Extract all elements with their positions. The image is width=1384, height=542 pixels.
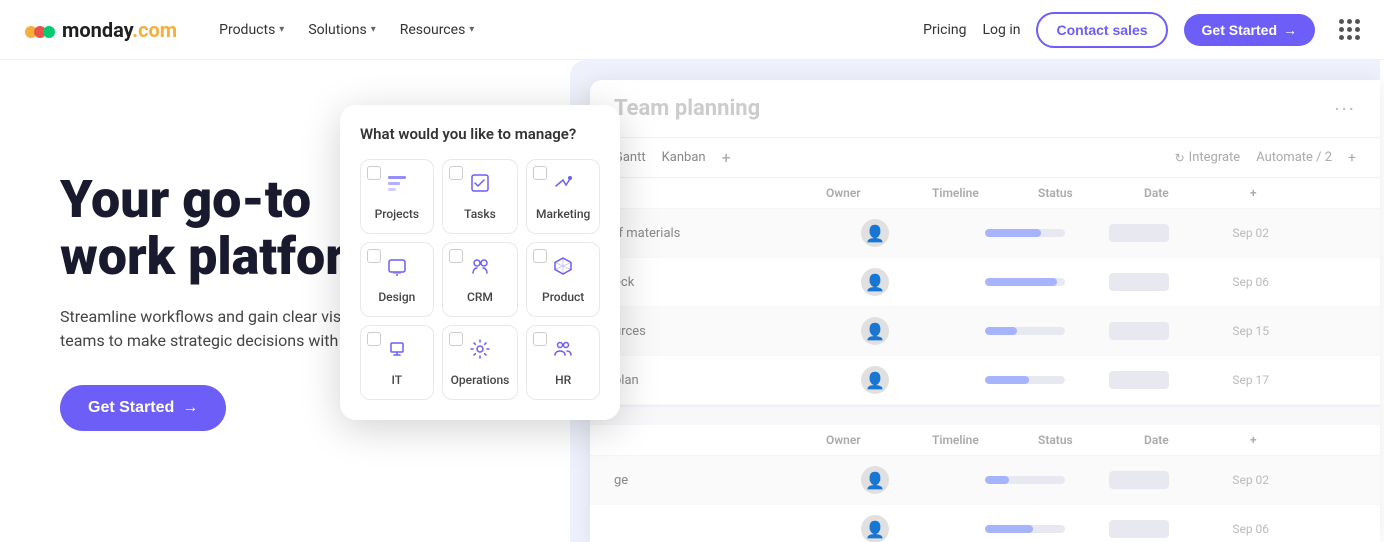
add-tab-button[interactable]: +	[722, 148, 731, 167]
dot	[1355, 35, 1360, 40]
checkbox-design[interactable]	[367, 249, 381, 263]
modal-item-marketing[interactable]: Marketing	[526, 159, 600, 234]
modal-item-label: CRM	[467, 290, 493, 304]
dot	[1347, 19, 1352, 24]
more-options-icon[interactable]: ···	[1334, 97, 1356, 121]
product-icon	[552, 255, 574, 282]
chevron-down-icon: ▾	[371, 24, 376, 35]
apps-grid-icon[interactable]	[1339, 19, 1360, 40]
automate-button[interactable]: Automate / 2	[1256, 150, 1332, 165]
section-divider	[590, 405, 1380, 425]
get-started-hero-button[interactable]: Get Started →	[60, 385, 226, 431]
modal-item-crm[interactable]: CRM	[442, 242, 519, 317]
nav-right: Pricing Log in Contact sales Get Started…	[923, 12, 1360, 48]
chevron-down-icon: ▾	[279, 24, 284, 35]
manage-modal: What would you like to manage? Projects	[340, 105, 620, 420]
contact-sales-button[interactable]: Contact sales	[1036, 12, 1167, 48]
dot	[1355, 27, 1360, 32]
modal-item-design[interactable]: Design	[360, 242, 434, 317]
modal-grid: Projects Tasks	[360, 159, 600, 400]
login-link[interactable]: Log in	[982, 22, 1020, 38]
projects-icon	[386, 172, 408, 199]
table-row: eck 👤 Sep 06	[590, 258, 1380, 307]
modal-item-projects[interactable]: Projects	[360, 159, 434, 234]
modal-item-it[interactable]: IT	[360, 325, 434, 400]
checkbox-it[interactable]	[367, 332, 381, 346]
checkbox-operations[interactable]	[449, 332, 463, 346]
modal-item-hr[interactable]: HR	[526, 325, 600, 400]
table-row: urces 👤 Sep 15	[590, 307, 1380, 356]
marketing-icon	[552, 172, 574, 199]
design-icon	[386, 255, 408, 282]
checkbox-marketing[interactable]	[533, 166, 547, 180]
nav-links: Products ▾ Solutions ▾ Resources ▾	[209, 16, 923, 44]
dot	[1339, 35, 1344, 40]
modal-item-product[interactable]: Product	[526, 242, 600, 317]
logo[interactable]: monday.com	[24, 14, 177, 46]
table-header: Owner Timeline Status Date +	[590, 178, 1380, 209]
table-row: ff materials 👤 Sep 02	[590, 209, 1380, 258]
nav-solutions[interactable]: Solutions ▾	[298, 16, 385, 44]
modal-item-label: HR	[555, 373, 571, 387]
modal-title: What would you like to manage?	[360, 125, 600, 143]
dashboard-tabs: Gantt Kanban + ↻ Integrate Automate / 2 …	[590, 138, 1380, 178]
dashboard-panel: Team planning ··· Gantt Kanban + ↻ Integ…	[590, 80, 1380, 542]
dot	[1347, 27, 1352, 32]
logo-dot: .com	[132, 18, 177, 42]
tab-kanban[interactable]: Kanban	[662, 150, 706, 165]
chevron-down-icon: ▾	[469, 24, 474, 35]
checkbox-hr[interactable]	[533, 332, 547, 346]
modal-item-label: Projects	[375, 207, 419, 221]
dot	[1339, 19, 1344, 24]
dot	[1355, 19, 1360, 24]
checkbox-crm[interactable]	[449, 249, 463, 263]
nav-resources[interactable]: Resources ▾	[390, 16, 485, 44]
checkbox-projects[interactable]	[367, 166, 381, 180]
hero-section: Your go-towork platform Streamline workf…	[0, 60, 1384, 542]
get-started-nav-button[interactable]: Get Started →	[1184, 14, 1315, 46]
nav-products[interactable]: Products ▾	[209, 16, 294, 44]
navbar: monday.com Products ▾ Solutions ▾ Resour…	[0, 0, 1384, 60]
modal-item-label: Tasks	[464, 207, 496, 221]
logo-text: monday.com	[62, 18, 177, 42]
tasks-icon	[469, 172, 491, 199]
dot	[1347, 35, 1352, 40]
modal-item-label: Design	[378, 290, 415, 304]
table-row: 👤 Sep 06	[590, 505, 1380, 542]
modal-item-label: Product	[542, 290, 584, 304]
modal-item-label: Operations	[451, 373, 510, 387]
modal-item-tasks[interactable]: Tasks	[442, 159, 519, 234]
integrate-button[interactable]: ↻ Integrate	[1175, 150, 1241, 165]
it-icon	[386, 338, 408, 365]
checkbox-product[interactable]	[533, 249, 547, 263]
table-row: plan 👤 Sep 17	[590, 356, 1380, 405]
dashboard-header: Team planning ···	[590, 80, 1380, 138]
modal-item-label: IT	[392, 373, 403, 387]
add-column-button[interactable]: +	[1348, 150, 1356, 166]
table-header-2: Owner Timeline Status Date +	[590, 425, 1380, 456]
table-row: ge 👤 Sep 02	[590, 456, 1380, 505]
dashboard-title: Team planning	[614, 96, 760, 121]
modal-item-operations[interactable]: Operations	[442, 325, 519, 400]
modal-item-label: Marketing	[536, 207, 590, 221]
pricing-link[interactable]: Pricing	[923, 22, 966, 38]
hr-icon	[552, 338, 574, 365]
checkbox-tasks[interactable]	[449, 166, 463, 180]
crm-icon	[469, 255, 491, 282]
operations-icon	[469, 338, 491, 365]
dot	[1339, 27, 1344, 32]
